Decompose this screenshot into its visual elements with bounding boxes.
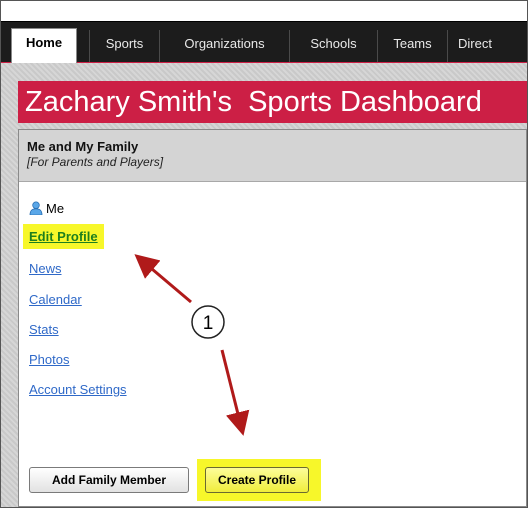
screenshot-frame: Home Sports Organizations Schools Teams … [0,0,528,508]
tab-schools[interactable]: Schools [289,30,377,62]
tab-teams[interactable]: Teams [377,30,447,62]
news-link[interactable]: News [29,261,62,276]
stats-link[interactable]: Stats [29,322,59,337]
panel-subtitle: [For Parents and Players] [27,155,164,169]
panel-header: Me and My Family [For Parents and Player… [19,130,526,182]
create-profile-button[interactable]: Create Profile [205,467,309,493]
main-nav-bar: Home Sports Organizations Schools Teams … [1,21,527,64]
person-icon [29,201,43,215]
me-label: Me [46,200,65,216]
top-strip [1,1,527,21]
calendar-link[interactable]: Calendar [29,292,82,307]
account-settings-link[interactable]: Account Settings [29,382,127,397]
add-family-member-button[interactable]: Add Family Member [29,467,189,493]
photos-link[interactable]: Photos [29,352,69,367]
dashboard-banner: Zachary Smith's Sports Dashboard [18,81,527,123]
me-row[interactable]: Me [29,200,64,216]
page-body: Zachary Smith's Sports Dashboard Me and … [1,63,527,507]
tab-sports[interactable]: Sports [89,30,159,62]
tab-directory[interactable]: Direct [447,30,527,62]
family-panel: Me and My Family [For Parents and Player… [18,129,527,507]
panel-title: Me and My Family [27,139,139,154]
tab-home[interactable]: Home [11,28,77,64]
tab-organizations[interactable]: Organizations [159,30,289,62]
edit-profile-link[interactable]: Edit Profile [23,224,104,249]
